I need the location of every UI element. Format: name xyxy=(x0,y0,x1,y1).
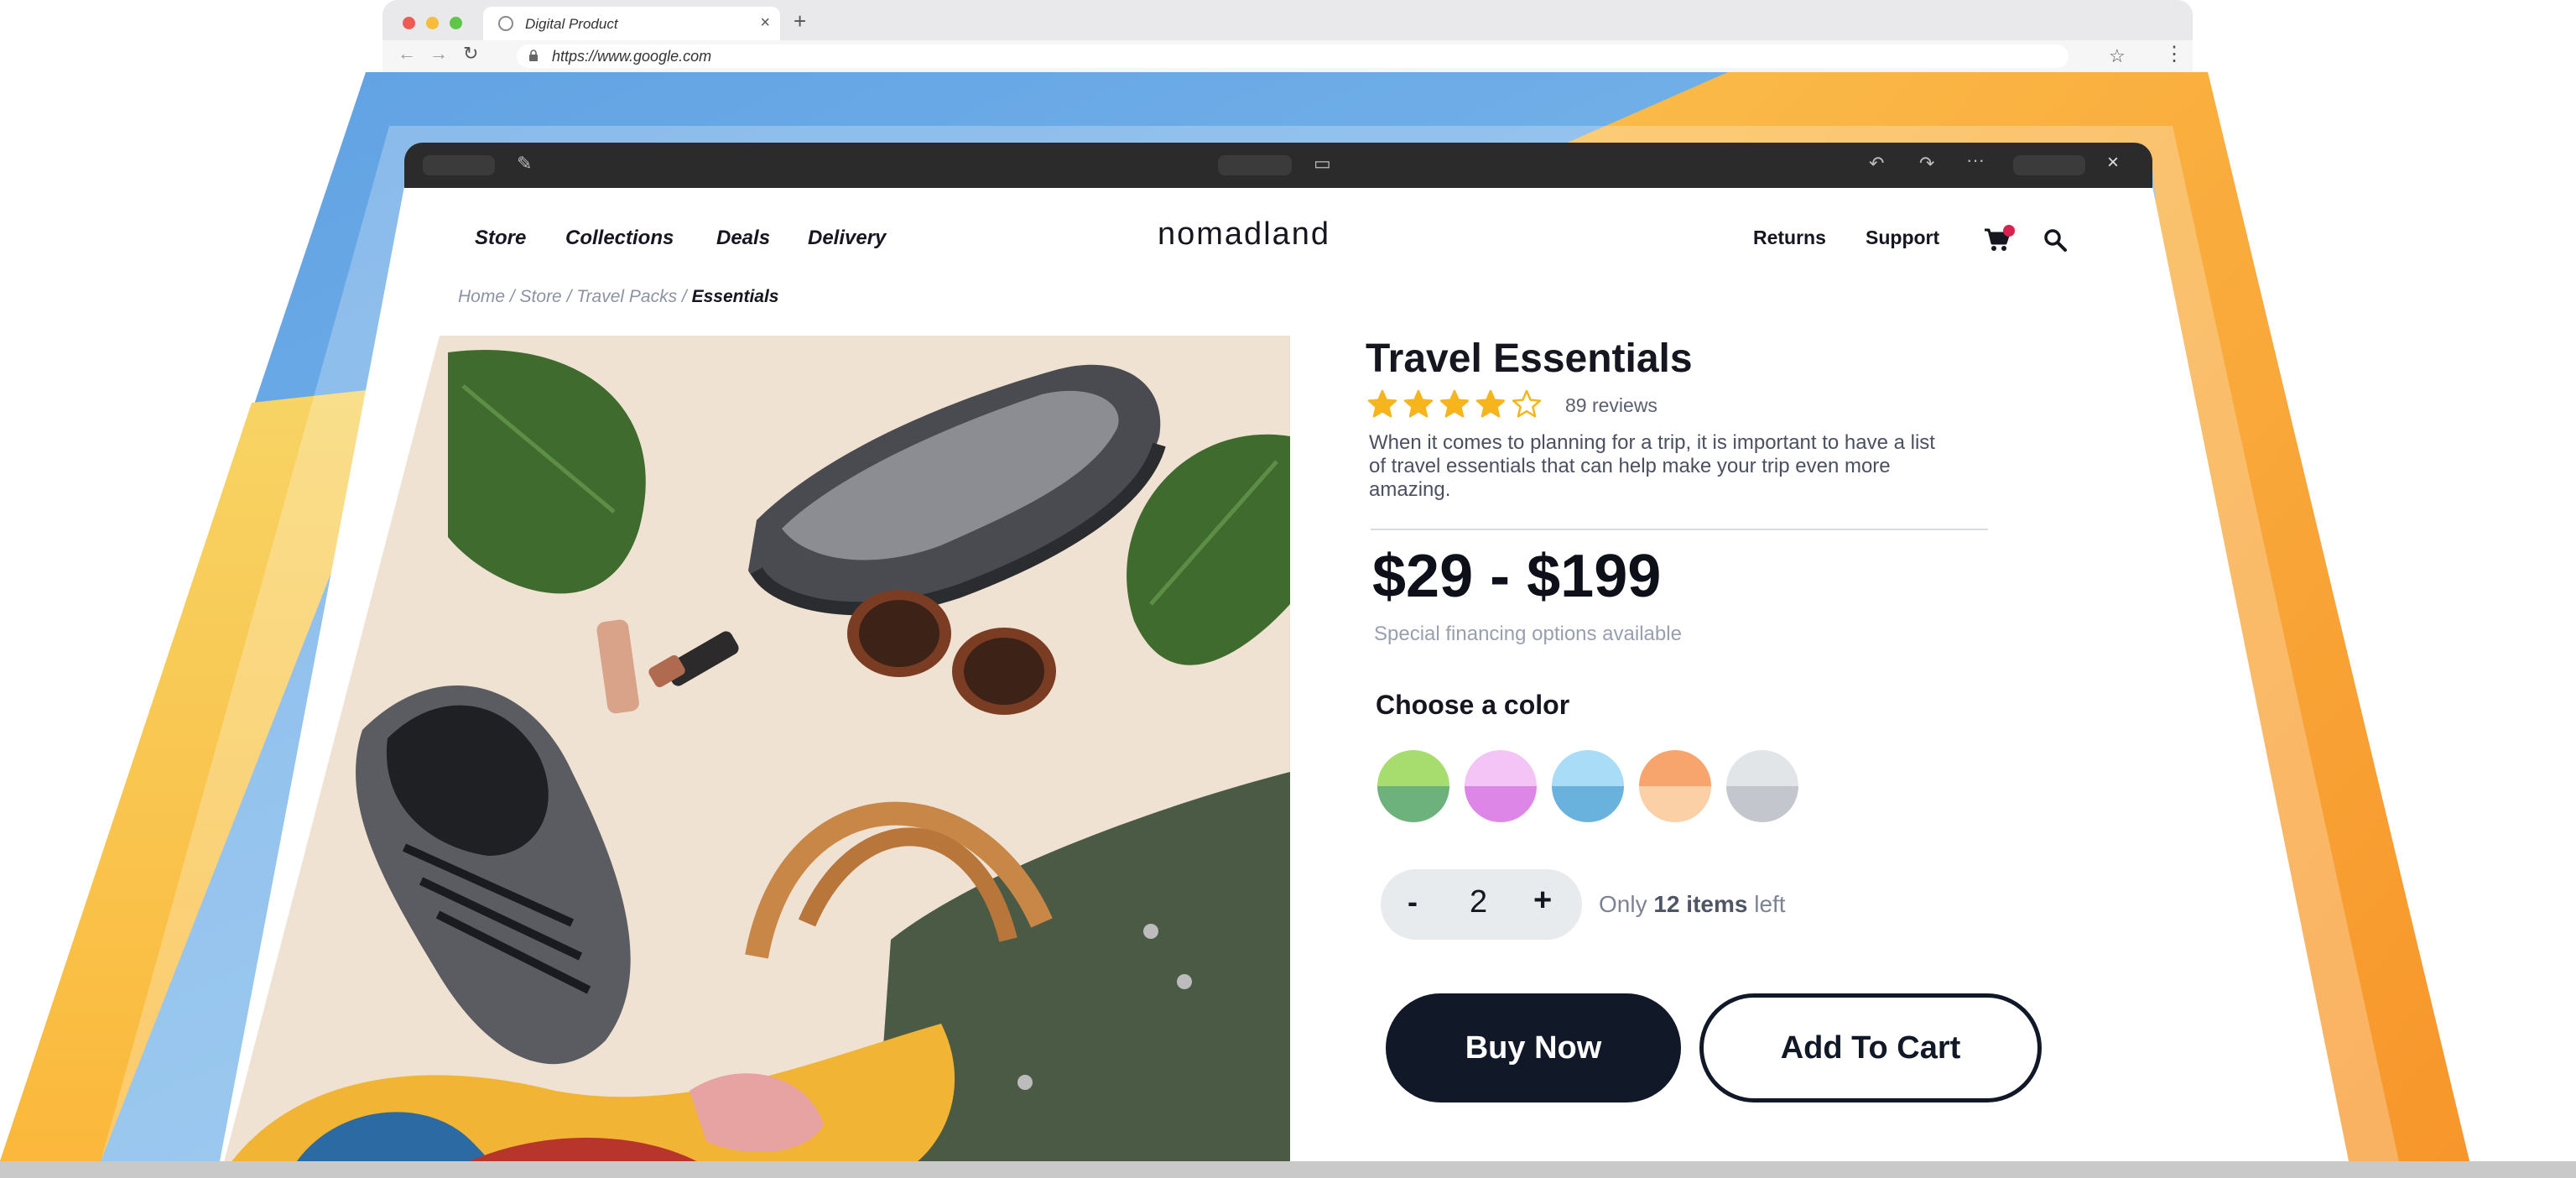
color-swatch-blue[interactable] xyxy=(1552,750,1624,822)
product-image xyxy=(220,336,1290,1178)
edit-icon[interactable]: ✎ xyxy=(517,153,532,175)
star-empty-icon xyxy=(1512,389,1542,418)
url-text: https://www.google.com xyxy=(552,48,712,65)
nav-link-store[interactable]: Store xyxy=(475,227,526,250)
product-description: When it comes to planning for a trip, it… xyxy=(1369,431,1935,501)
maximize-window-button[interactable] xyxy=(450,17,462,29)
site-logo[interactable]: nomadland xyxy=(1158,216,1330,253)
toolbar-pill-right[interactable] xyxy=(2013,155,2085,175)
breadcrumb-store[interactable]: Store xyxy=(520,287,562,306)
screenshot-stage: Digital Product × + ← → ↻ https://www.go… xyxy=(0,0,2576,1178)
cart-badge xyxy=(2003,225,2015,237)
favicon-icon xyxy=(498,16,513,31)
reload-icon[interactable]: ↻ xyxy=(463,43,478,65)
breadcrumb-separator: / xyxy=(677,287,692,306)
breadcrumb-separator: / xyxy=(505,287,520,306)
stock-suffix: left xyxy=(1747,891,1786,917)
lock-icon xyxy=(529,50,538,61)
color-swatch-orange[interactable] xyxy=(1639,750,1711,822)
breadcrumb-current: Essentials xyxy=(691,287,779,306)
browser-tab[interactable]: Digital Product × xyxy=(483,7,780,40)
toolbar-pill-left[interactable] xyxy=(423,155,495,175)
breadcrumb-separator: / xyxy=(561,287,577,306)
toolbar-pill-center[interactable] xyxy=(1218,155,1292,175)
buy-now-button[interactable]: Buy Now xyxy=(1386,993,1681,1102)
quantity-value[interactable]: 2 xyxy=(1470,884,1487,920)
stock-count: 12 items xyxy=(1653,891,1748,917)
close-window-button[interactable] xyxy=(403,17,415,29)
nav-link-delivery[interactable]: Delivery xyxy=(808,227,886,250)
new-tab-button[interactable]: + xyxy=(794,8,806,34)
color-heading: Choose a color xyxy=(1376,690,1570,720)
rating-stars xyxy=(1367,389,1542,420)
tab-title: Digital Product xyxy=(525,16,618,32)
close-icon[interactable]: × xyxy=(2107,151,2119,175)
breadcrumb: Home / Store / Travel Packs / Essentials xyxy=(458,287,779,307)
bookmark-star-icon[interactable]: ☆ xyxy=(2109,45,2126,67)
browser-chrome: Digital Product × + ← → ↻ https://www.go… xyxy=(382,0,2193,72)
divider xyxy=(1371,529,1988,530)
undo-icon[interactable]: ↶ xyxy=(1869,153,1884,175)
star-filled-icon xyxy=(1403,389,1434,418)
star-filled-icon xyxy=(1439,389,1470,418)
quantity-decrease-button[interactable]: - xyxy=(1408,884,1418,920)
financing-note: Special financing options available xyxy=(1374,623,1682,645)
star-filled-icon xyxy=(1367,389,1397,418)
nav-link-deals[interactable]: Deals xyxy=(716,227,770,250)
reviews-count[interactable]: 89 reviews xyxy=(1565,394,1657,417)
stock-prefix: Only xyxy=(1599,891,1654,917)
address-row: ← → ↻ https://www.google.com ☆ ⋮ xyxy=(382,40,2193,72)
quantity-increase-button[interactable]: + xyxy=(1533,883,1552,919)
color-swatch-pink[interactable] xyxy=(1465,750,1537,822)
nav-link-returns[interactable]: Returns xyxy=(1753,227,1826,249)
nav-link-support[interactable]: Support xyxy=(1866,227,1939,249)
redo-icon[interactable]: ↷ xyxy=(1919,153,1934,175)
back-arrow-icon[interactable]: ← xyxy=(398,43,416,65)
minimize-window-button[interactable] xyxy=(426,17,439,29)
color-swatch-green[interactable] xyxy=(1377,750,1449,822)
product-title: Travel Essentials xyxy=(1366,336,1693,381)
price-range: $29 - $199 xyxy=(1372,543,1662,610)
stock-note: Only 12 items left xyxy=(1599,891,1786,918)
more-icon[interactable]: ··· xyxy=(1966,149,1985,171)
monitor-icon[interactable]: ▭ xyxy=(1314,153,1331,175)
nav-link-collections[interactable]: Collections xyxy=(565,227,674,250)
color-swatch-gray[interactable] xyxy=(1726,750,1798,822)
tab-close-icon[interactable]: × xyxy=(760,13,770,33)
star-filled-icon xyxy=(1475,389,1506,418)
bottom-edge xyxy=(0,1161,2576,1178)
url-bar[interactable]: https://www.google.com xyxy=(517,44,2069,68)
forward-arrow-icon[interactable]: → xyxy=(429,43,448,65)
breadcrumb-home[interactable]: Home xyxy=(458,287,505,306)
editor-toolbar: ✎ ▭ ↶ ↷ ··· × xyxy=(404,143,2152,188)
quantity-stepper: - 2 + xyxy=(1381,869,1582,940)
browser-menu-icon[interactable]: ⋮ xyxy=(2164,42,2184,66)
breadcrumb-travel-packs[interactable]: Travel Packs xyxy=(576,287,677,306)
add-to-cart-button[interactable]: Add To Cart xyxy=(1699,993,2042,1102)
search-icon[interactable] xyxy=(2042,227,2069,253)
